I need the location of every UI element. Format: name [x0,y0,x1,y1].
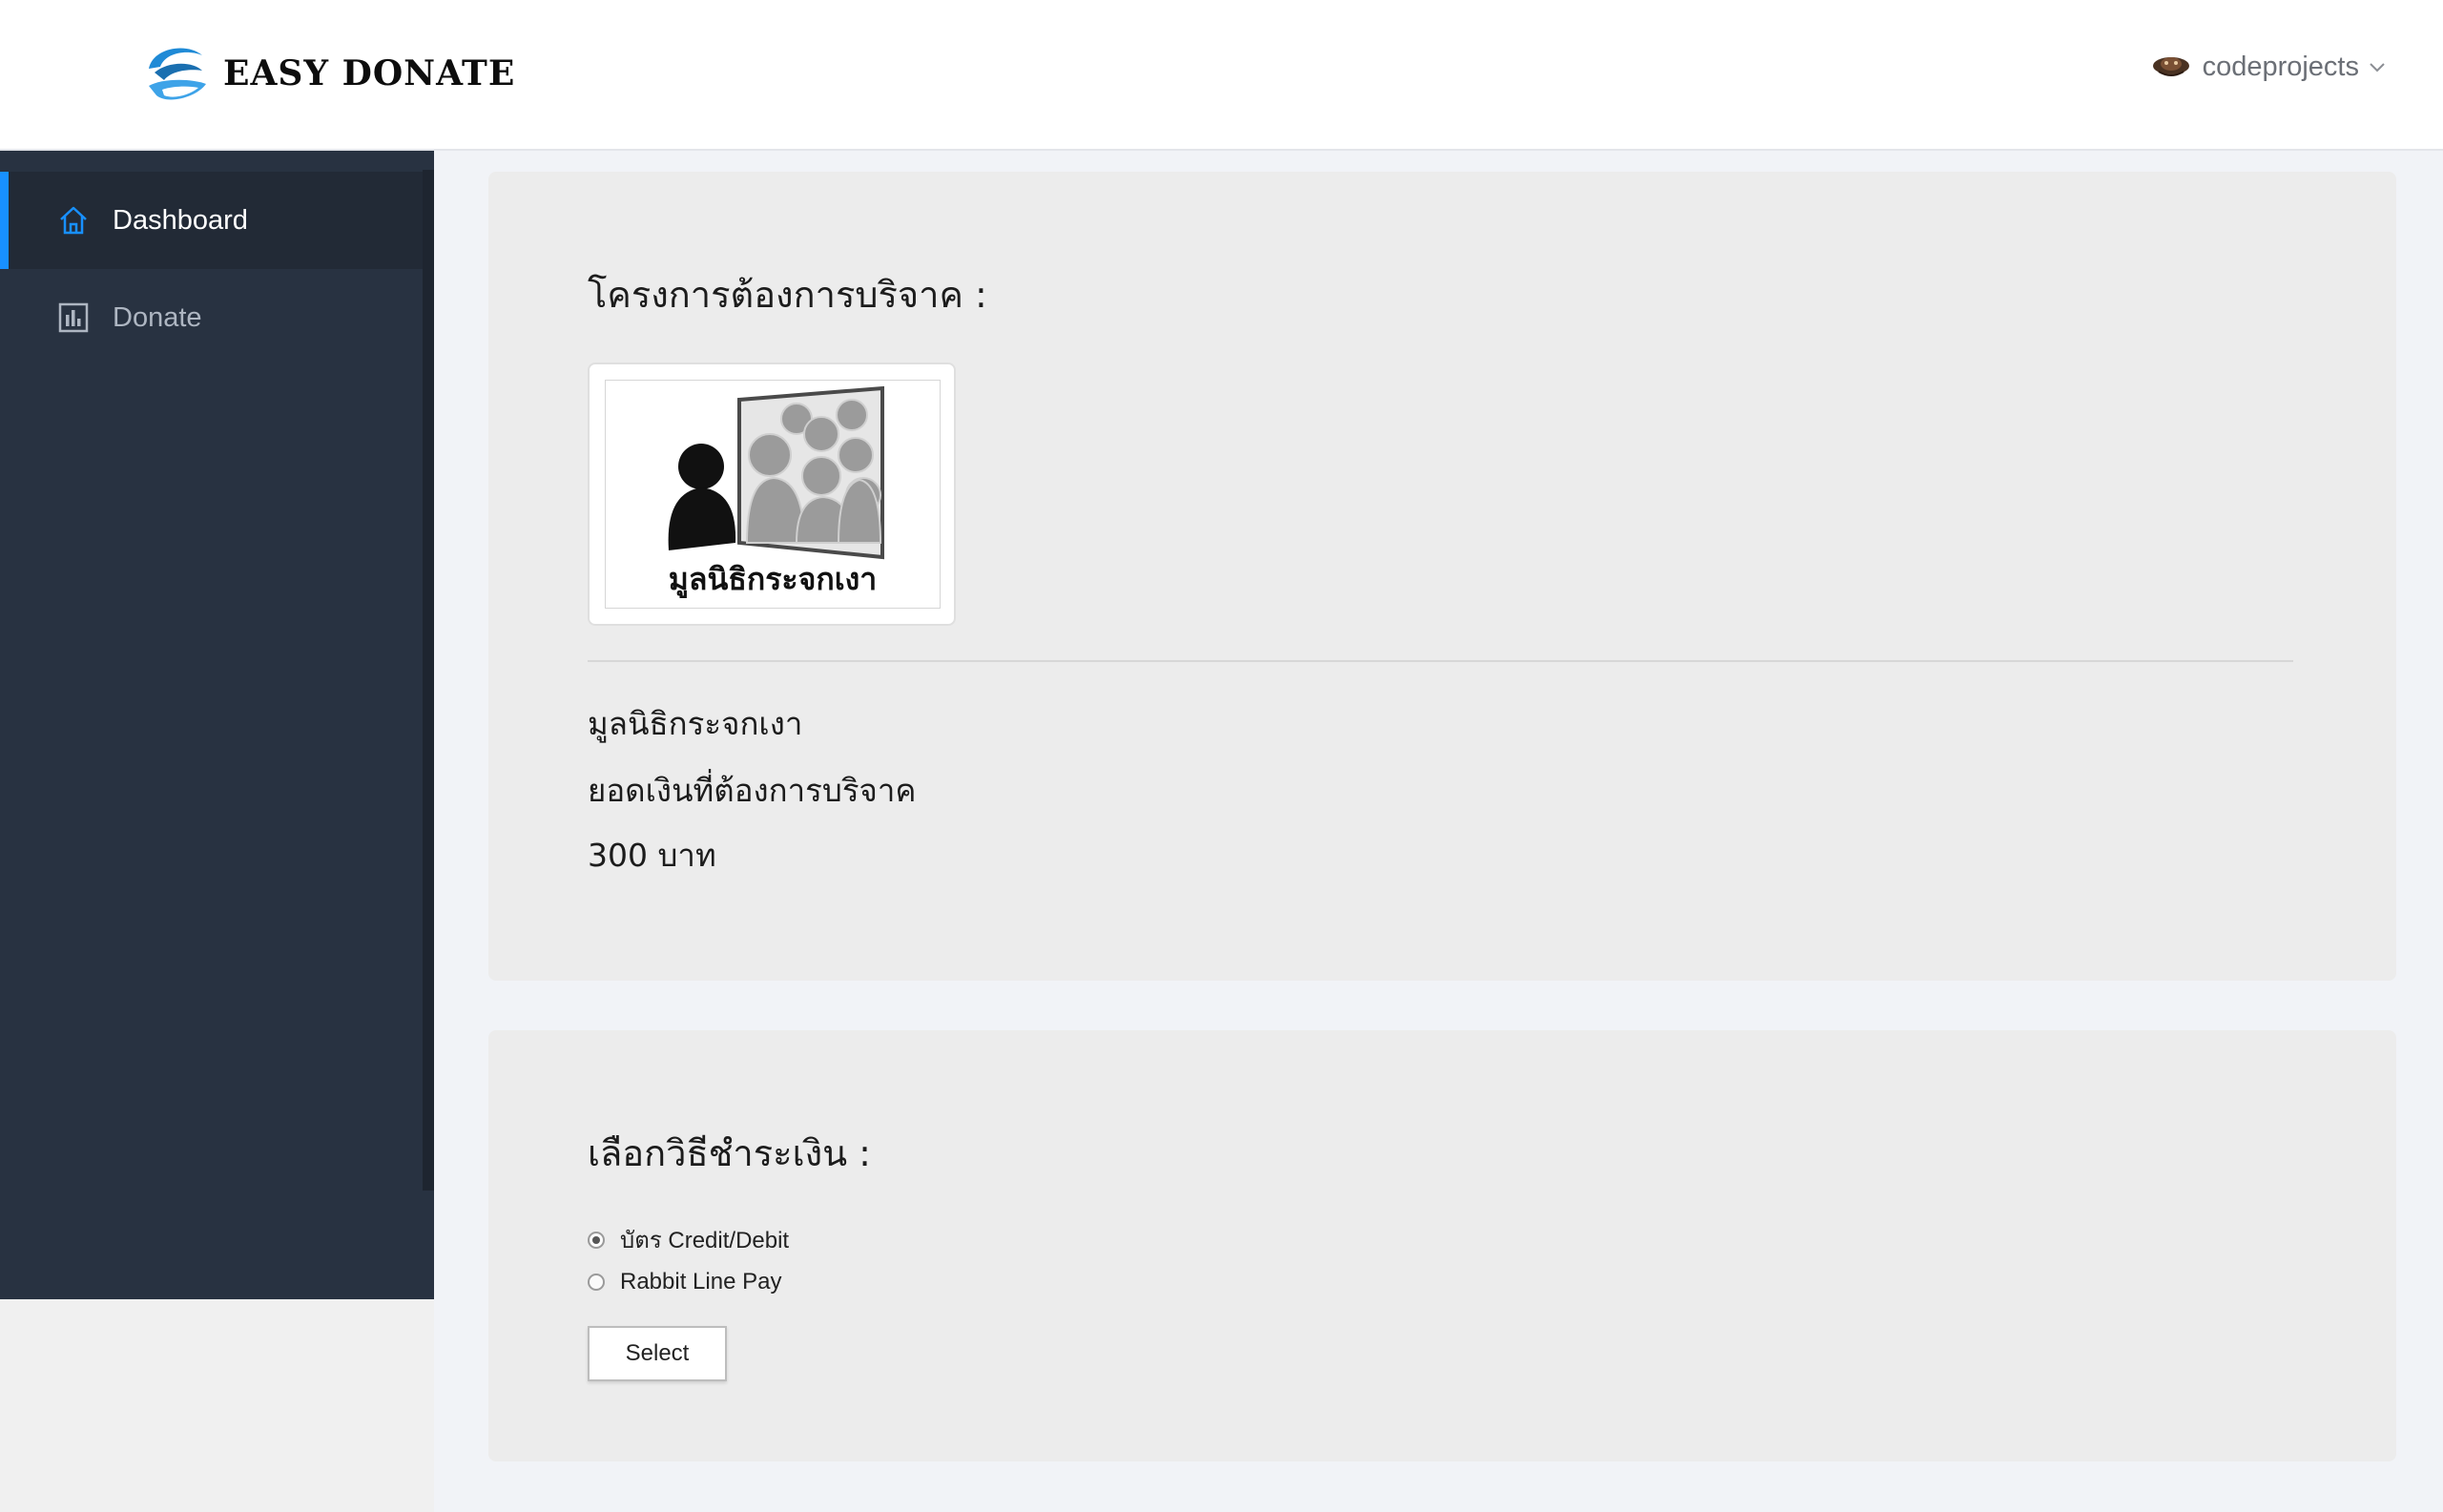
amount-label: ยอดเงินที่ต้องการบริจาค [588,772,917,809]
top-header: EASY DONATE codeprojects [0,0,2443,151]
sidebar-item-label: Dashboard [113,204,248,236]
project-heading: โครงการต้องการบริจาค : [588,274,987,316]
radio-button[interactable] [588,1274,605,1291]
payment-heading: เลือกวิธีชำระเงิน : [588,1132,871,1174]
user-menu[interactable]: codeprojects [2151,42,2386,92]
brand-mark-icon [149,48,206,100]
radio-button-selected[interactable] [588,1231,605,1249]
brand-logo[interactable]: EASY DONATE [139,40,515,107]
brand-name: EASY DONATE [223,53,516,93]
sidebar-scrollbar[interactable] [423,170,434,1191]
payment-card: เลือกวิธีชำระเงิน : บัตร Credit/Debit Ra… [488,1030,2396,1461]
project-card: โครงการต้องการบริจาค : มูลนิธิกระจกเงา ม… [488,172,2396,981]
chevron-down-icon [2370,63,2385,72]
sidebar-footer-area [0,1299,434,1512]
home-icon [60,206,87,235]
payment-option-label: บัตร Credit/Debit [620,1228,790,1253]
username: codeprojects [2202,51,2359,82]
project-name: มูลนิธิกระจกเงา [588,705,803,742]
payment-option-rabbit[interactable]: Rabbit Line Pay [588,1269,781,1295]
select-button[interactable]: Select [588,1326,727,1381]
sidebar-item-donate[interactable]: Donate [0,269,423,366]
sidebar: Dashboard Donate [0,151,434,1299]
project-logo-image: มูลนิธิกระจกเงา [605,380,941,609]
divider [588,660,2293,662]
amount-value: 300 บาท [588,837,716,874]
chart-icon [58,302,89,333]
avatar [2152,57,2189,76]
sidebar-item-label: Donate [113,301,202,333]
project-logo-caption: มูลนิธิกระจกเงา [668,561,878,597]
payment-option-label: Rabbit Line Pay [620,1269,782,1295]
people-mirror-icon [668,385,884,560]
payment-option-card[interactable]: บัตร Credit/Debit [588,1221,789,1258]
sidebar-item-dashboard[interactable]: Dashboard [0,172,423,269]
project-logo: มูลนิธิกระจกเงา [588,362,956,626]
